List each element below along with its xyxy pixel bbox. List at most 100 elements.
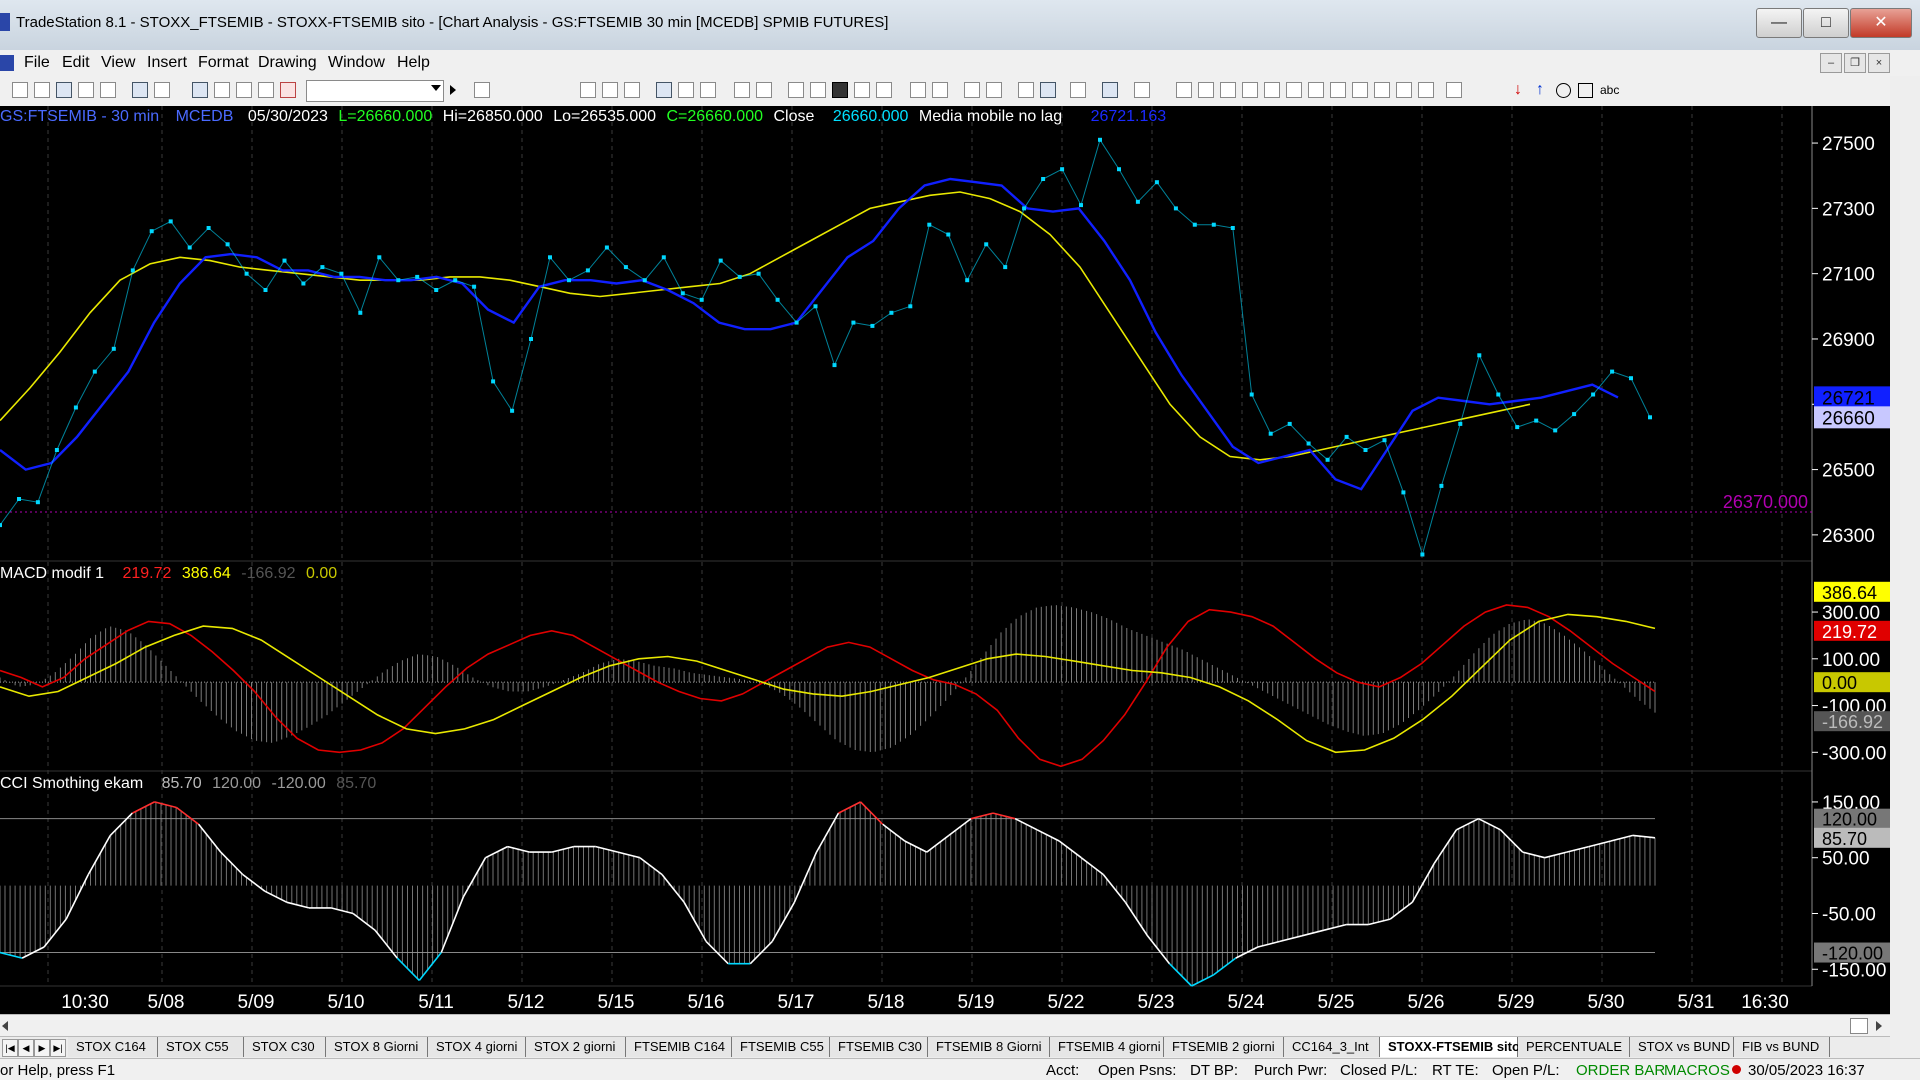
speed-lines-tool-icon[interactable] [1286, 82, 1302, 98]
tab-nav-button[interactable]: |◀ [2, 1039, 18, 1057]
menu-file[interactable]: File [24, 54, 50, 72]
workspace-tab[interactable]: STOXX-FTSEMIB sito [1380, 1037, 1520, 1057]
pencil-tool-icon[interactable] [1418, 82, 1434, 98]
open-icon[interactable] [34, 82, 50, 98]
workspace-tab[interactable]: STOX C164 [68, 1037, 158, 1057]
x-axis-label: 5/24 [1228, 992, 1265, 1013]
gann-tool-icon[interactable] [1330, 82, 1346, 98]
crosshair-icon[interactable] [1040, 82, 1056, 98]
save-icon[interactable] [56, 82, 72, 98]
mdi-minimize-button[interactable]: – [1820, 53, 1842, 73]
play-icon[interactable] [450, 85, 456, 95]
workspace-tab[interactable]: STOX 8 Giorni [326, 1037, 428, 1057]
scroll-left-icon[interactable] [2, 1021, 8, 1031]
menu-format[interactable]: Format [198, 54, 249, 72]
grid-icon[interactable] [624, 82, 640, 98]
parallel-tool-icon[interactable] [1374, 82, 1390, 98]
tab-nav-button[interactable]: ▶| [50, 1039, 66, 1057]
bars-icon[interactable] [602, 82, 618, 98]
status-macros[interactable]: MACROS [1664, 1062, 1730, 1079]
settings-icon[interactable] [1070, 82, 1086, 98]
menu-insert[interactable]: Insert [147, 54, 187, 72]
strategy-icon[interactable] [700, 82, 716, 98]
workspace-tab[interactable]: FTSEMIB C164 [626, 1037, 732, 1057]
alert-icon[interactable] [1134, 82, 1150, 98]
menu-help[interactable]: Help [397, 54, 430, 72]
workspace-tab[interactable]: STOX C55 [158, 1037, 244, 1057]
chart-icon[interactable] [580, 82, 596, 98]
workspace-tab[interactable]: FTSEMIB C30 [830, 1037, 928, 1057]
rectangle-tool-icon[interactable] [1578, 83, 1593, 98]
workspace-tab[interactable]: STOX C30 [244, 1037, 326, 1057]
close-button[interactable]: ✕ [1850, 8, 1912, 38]
palette-icon[interactable] [280, 82, 296, 98]
up-arrow-icon[interactable]: ↑ [1536, 81, 1544, 99]
workspace-tab[interactable]: STOX 4 giorni [428, 1037, 526, 1057]
cursor-icon[interactable] [1018, 82, 1034, 98]
scroll-thumb[interactable] [1850, 1018, 1868, 1034]
workspace-tab[interactable]: STOX vs BUND [1630, 1037, 1734, 1057]
fib-tool-icon[interactable] [1264, 82, 1280, 98]
print-preview-icon[interactable] [154, 82, 170, 98]
maximize-button[interactable]: □ [1803, 8, 1849, 38]
menu-drawing[interactable]: Drawing [258, 54, 317, 72]
window-icon[interactable] [756, 82, 772, 98]
find-icon[interactable] [474, 82, 490, 98]
horizontal-line-tool-icon[interactable] [1220, 82, 1236, 98]
chart-canvas[interactable]: 26370.000 10:30 5/08 5/09 5/10 5/11 5/12 5/15 5… [0, 106, 1890, 1014]
arrow-tool-icon[interactable] [1352, 82, 1368, 98]
workspace-tab[interactable]: FTSEMIB C55 [732, 1037, 830, 1057]
circle-tool-icon[interactable] [1556, 83, 1571, 98]
expand-icon[interactable] [910, 82, 926, 98]
tab-nav-button[interactable]: ▶ [34, 1039, 50, 1057]
print-icon[interactable] [132, 82, 148, 98]
chevron-down-icon[interactable] [431, 85, 441, 91]
scroll-right-icon[interactable] [1876, 1021, 1882, 1031]
freehand-tool-icon[interactable] [1446, 82, 1462, 98]
workspace-tab[interactable]: FTSEMIB 8 Giorni [928, 1037, 1050, 1057]
text-tool-icon[interactable]: abc [1600, 83, 1619, 97]
cut-icon[interactable] [192, 82, 208, 98]
workspace-tab[interactable]: FTSEMIB 2 giorni [1164, 1037, 1284, 1057]
new-icon[interactable] [12, 82, 28, 98]
horizontal-scrollbar[interactable] [0, 1014, 1890, 1037]
menu-view[interactable]: View [101, 54, 135, 72]
bar-chart-icon[interactable] [854, 82, 870, 98]
mdi-close-button[interactable]: × [1868, 53, 1890, 73]
mdi-restore-button[interactable]: ❐ [1844, 53, 1866, 73]
workspace-tab[interactable]: CC164_3_Int [1284, 1037, 1380, 1057]
copy-icon[interactable] [214, 82, 230, 98]
channel-tool-icon[interactable] [1242, 82, 1258, 98]
line-chart-icon[interactable] [876, 82, 892, 98]
indicator-icon[interactable] [678, 82, 694, 98]
folder-icon[interactable] [100, 82, 116, 98]
symbol-input[interactable] [306, 80, 444, 102]
quote-icon[interactable] [788, 82, 804, 98]
workspace-tab[interactable]: PERCENTUALE [1518, 1037, 1630, 1057]
candle-icon[interactable] [832, 82, 848, 98]
menu-edit[interactable]: Edit [62, 54, 90, 72]
workspace-icon[interactable] [78, 82, 94, 98]
zoom-out-icon[interactable] [986, 82, 1002, 98]
style-icon[interactable] [656, 82, 672, 98]
data-window-icon[interactable] [1102, 82, 1118, 98]
compress-icon[interactable] [932, 82, 948, 98]
tab-nav-button[interactable]: ◀ [18, 1039, 34, 1057]
andrews-tool-icon[interactable] [1308, 82, 1324, 98]
arc-tool-icon[interactable] [1396, 82, 1412, 98]
minimize-button[interactable]: — [1756, 8, 1802, 38]
menu-window[interactable]: Window [328, 54, 385, 72]
vertical-line-tool-icon[interactable] [1198, 82, 1214, 98]
workspace-tab[interactable]: FTSEMIB 4 giorni [1050, 1037, 1164, 1057]
workspace-tab[interactable]: FIB vs BUND [1734, 1037, 1830, 1057]
lock-icon[interactable] [236, 82, 252, 98]
status-order-bar[interactable]: ORDER BAR [1576, 1062, 1665, 1079]
link-icon[interactable] [734, 82, 750, 98]
matrix-icon[interactable] [810, 82, 826, 98]
trendline-tool-icon[interactable] [1176, 82, 1192, 98]
zoom-in-icon[interactable] [964, 82, 980, 98]
right-scroll-area[interactable] [1890, 76, 1920, 1080]
workspace-tab[interactable]: STOX 2 giorni [526, 1037, 626, 1057]
tools-icon[interactable] [258, 82, 274, 98]
down-arrow-icon[interactable]: ↓ [1514, 81, 1522, 99]
